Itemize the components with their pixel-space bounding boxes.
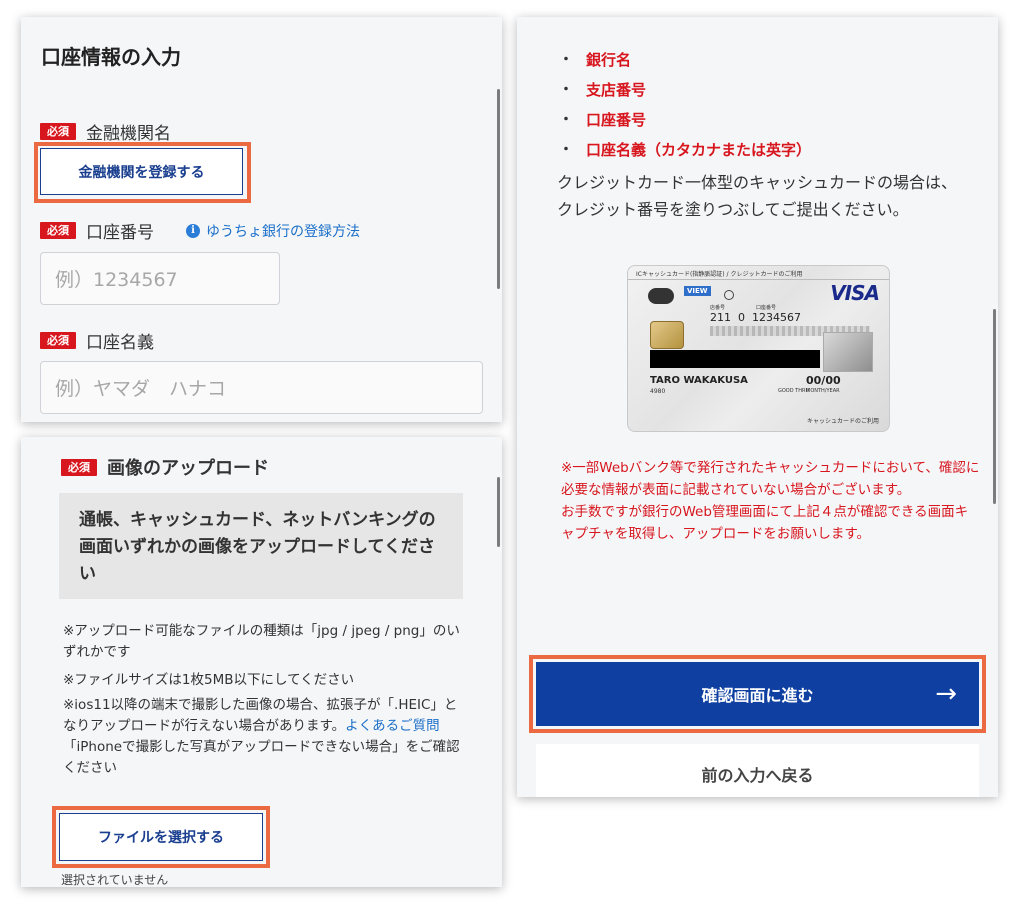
bank-name-label: 金融機関名 xyxy=(86,124,171,144)
confirmation-panel: ・銀行名 ・支店番号 ・口座番号 ・口座名義（カタカナまたは英字） クレジットカ… xyxy=(517,17,998,797)
credit-card-description: クレジットカード一体型のキャッシュカードの場合は、クレジット番号を塗りつぶしてご… xyxy=(557,173,958,219)
account-holder-placeholder: 例）ヤマダ ハナコ xyxy=(55,378,227,400)
account-holder-input[interactable]: 例）ヤマダ ハナコ xyxy=(40,361,483,414)
select-file-button-label: ファイルを選択する xyxy=(98,830,224,846)
redaction-bar xyxy=(650,350,820,368)
ios-note-suffix: 「iPhoneで撮影した写真がアップロードできない場合」をご確認ください xyxy=(63,739,460,776)
required-badge: 必須 xyxy=(40,123,76,140)
back-to-previous-button[interactable]: 前の入力へ戻る xyxy=(536,744,979,797)
suica-logo-icon xyxy=(648,288,674,304)
bank-name-label-row: 必須 金融機関名 xyxy=(40,119,171,144)
card-expiry: 00/00 xyxy=(806,374,841,387)
card-branch-number: 211 0 1234567 xyxy=(710,311,801,324)
file-size-note: ※ファイルサイズは1枚5MB以下にしてください xyxy=(63,672,355,688)
proceed-to-confirm-button[interactable]: 確認画面に進む → xyxy=(536,662,979,726)
ic-chip-icon xyxy=(650,321,684,349)
ic-mark-icon xyxy=(724,290,734,300)
yucho-help-link-text: ゆうちょ銀行の登録方法 xyxy=(206,223,360,240)
arrow-right-icon: → xyxy=(935,679,957,709)
list-item: ・銀行名 xyxy=(559,50,632,69)
account-number-input[interactable]: 例）1234567 xyxy=(40,252,280,305)
upload-title: 画像のアップロード xyxy=(107,458,269,479)
visa-logo: VISA xyxy=(830,281,880,305)
upload-instruction-box: 通帳、キャッシュカード、ネットバンキングの画面いずれかの画像をアップロードしてく… xyxy=(59,493,463,599)
account-info-title: 口座情報の入力 xyxy=(41,45,181,69)
account-panel-scrollbar[interactable] xyxy=(497,89,500,289)
card-footer: キャッシュカードのご利用 xyxy=(806,418,879,425)
web-bank-warning: ※一部Webバンク等で発行されたキャッシュカードにおいて、確認に必要な情報が表面… xyxy=(561,460,980,542)
upload-instruction: 通帳、キャッシュカード、ネットバンキングの画面いずれかの画像をアップロードしてく… xyxy=(79,510,436,584)
card-code: 4980 xyxy=(650,388,666,395)
no-file-selected-text: 選択されていません xyxy=(61,873,169,887)
register-bank-button-label: 金融機関を登録する xyxy=(78,164,205,181)
yucho-help-link[interactable]: i ゆうちょ銀行の登録方法 xyxy=(186,221,360,241)
account-info-panel: 口座情報の入力 必須 金融機関名 金融機関を登録する 必須 口座番号 i ゆうち… xyxy=(21,17,502,422)
faq-link[interactable]: よくあるご質問 xyxy=(345,718,440,734)
select-file-button[interactable]: ファイルを選択する xyxy=(59,813,263,861)
file-type-note: ※アップロード可能なファイルの種類は「jpg / jpeg / png」のいずれ… xyxy=(63,623,460,660)
account-holder-label: 口座名義 xyxy=(86,333,154,353)
register-bank-button[interactable]: 金融機関を登録する xyxy=(40,148,243,195)
upload-title-row: 必須 画像のアップロード xyxy=(61,454,269,480)
account-number-label: 口座番号 xyxy=(86,223,154,243)
required-badge: 必須 xyxy=(40,222,76,239)
account-number-label-row: 必須 口座番号 i ゆうちょ銀行の登録方法 xyxy=(40,218,360,243)
image-upload-panel: 必須 画像のアップロード 通帳、キャッシュカード、ネットバンキングの画面いずれか… xyxy=(21,437,502,887)
cash-card-sample-image: ICキャッシュカード(指静脈認証) / クレジットカードのご利用 VISA VI… xyxy=(627,265,890,432)
account-number-card-label: 口座番号 xyxy=(756,305,777,311)
hologram-icon xyxy=(823,332,873,372)
info-icon: i xyxy=(186,223,200,238)
view-logo: VIEW xyxy=(684,286,711,296)
upload-panel-scrollbar[interactable] xyxy=(497,477,500,547)
branch-number-label: 店番号 xyxy=(710,305,726,311)
card-holder-name: TARO WAKAKUSA xyxy=(650,375,748,386)
list-item: ・支店番号 xyxy=(559,80,647,99)
back-button-label: 前の入力へ戻る xyxy=(701,766,814,785)
account-holder-label-row: 必須 口座名義 xyxy=(40,328,154,353)
required-badge: 必須 xyxy=(61,458,97,476)
ios-note: ※ios11以降の端末で撮影した画像の場合、拡張子が「.HEIC」となりアップロ… xyxy=(63,695,467,779)
good-thru-label: GOOD THRU xyxy=(778,388,810,394)
required-badge: 必須 xyxy=(40,332,76,349)
confirm-panel-scrollbar[interactable] xyxy=(993,309,996,504)
list-item: ・口座番号 xyxy=(559,110,647,129)
month-year-label: MONTH/YEAR xyxy=(806,388,840,394)
required-info-list: ・銀行名 ・支店番号 ・口座番号 ・口座名義（カタカナまたは英字） xyxy=(559,44,811,164)
list-item: ・口座名義（カタカナまたは英字） xyxy=(559,140,812,159)
proceed-button-label: 確認画面に進む xyxy=(701,686,814,705)
card-header: ICキャッシュカード(指静脈認証) / クレジットカードのご利用 xyxy=(628,266,889,280)
account-number-placeholder: 例）1234567 xyxy=(55,269,178,291)
